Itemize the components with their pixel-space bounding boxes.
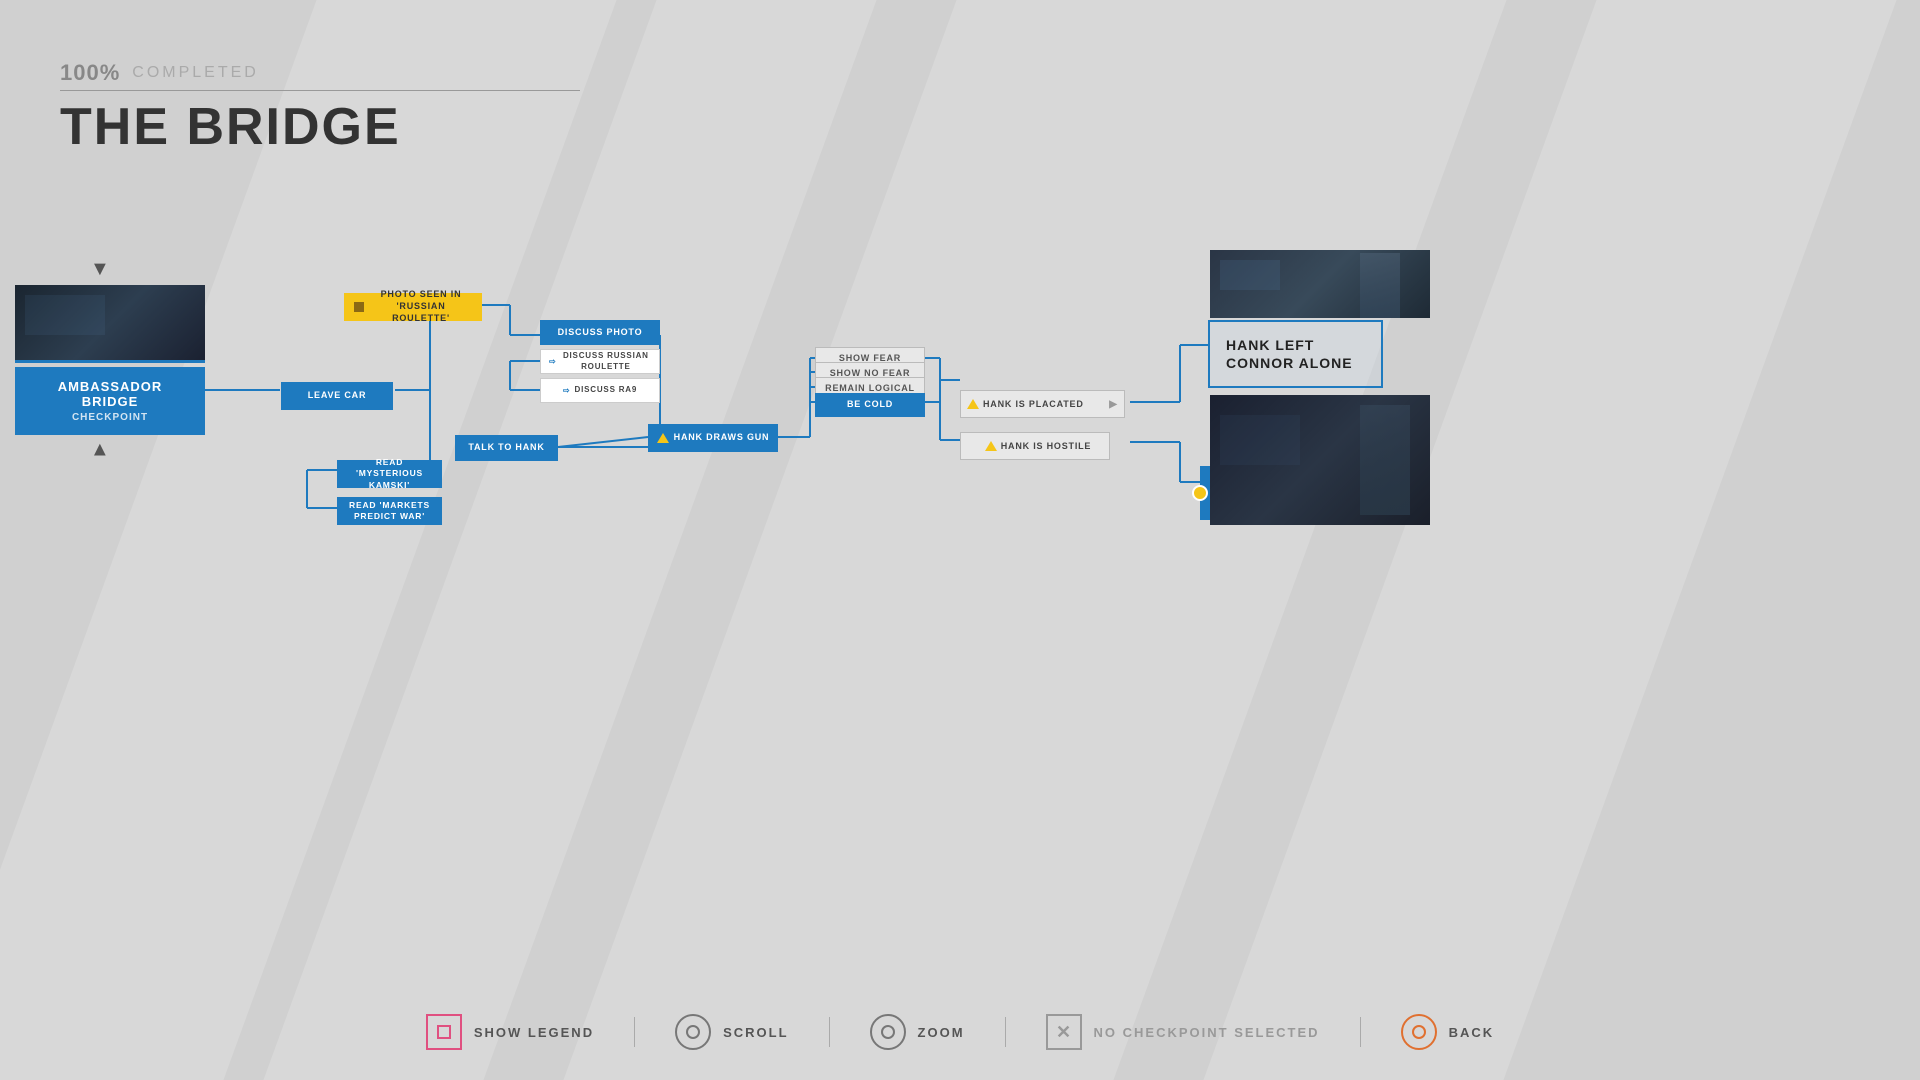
scroll-button[interactable]: SCROLL	[675, 1014, 788, 1050]
scroll-label: SCROLL	[723, 1025, 788, 1040]
node-talk-to-hank: TALK TO HANK	[455, 435, 558, 461]
node-discuss-russian: ⇨ DISCUSS RUSSIAN ROULETTE	[540, 349, 660, 374]
scroll-icon	[675, 1014, 711, 1050]
back-label: BACK	[1449, 1025, 1495, 1040]
header-divider	[60, 90, 580, 91]
node-hank-is-hostile: HANK IS HOSTILE	[960, 432, 1110, 460]
node-read-mysterious: READ 'MYSTERIOUS KAMSKI'	[337, 460, 442, 488]
completion-pct: 100%	[60, 60, 120, 86]
node-leave-car: LEAVE CAR	[281, 382, 393, 410]
completion-label: COMPLETED	[132, 64, 259, 82]
no-checkpoint-label: NO CHECKPOINT SELECTED	[1094, 1025, 1320, 1040]
zoom-button[interactable]: ZOOM	[870, 1014, 965, 1050]
node-hank-is-placated: HANK IS PLACATED ▶	[960, 390, 1125, 418]
node-discuss-ra9: ⇨ DISCUSS RA9	[540, 378, 660, 403]
toolbar: SHOW LEGEND SCROLL ZOOM ✕ NO CHECKPOINT …	[0, 1014, 1920, 1050]
flowchart: AMBASSADOR BRIDGE CHECKPOINT LEAVE CAR P…	[0, 0, 1920, 1080]
node-hank-left-connor: HANK LEFT CONNOR ALONE	[1208, 320, 1383, 388]
no-checkpoint-button[interactable]: ✕ NO CHECKPOINT SELECTED	[1046, 1014, 1320, 1050]
chapter-title: THE BRIDGE	[60, 97, 580, 157]
toolbar-divider-4	[1360, 1017, 1361, 1047]
back-icon	[1401, 1014, 1437, 1050]
screenshot-hank-shot	[1210, 395, 1430, 525]
scroll-down-arrow[interactable]: ▼	[90, 438, 110, 461]
show-legend-label: SHOW LEGEND	[474, 1025, 594, 1040]
toolbar-divider-1	[634, 1017, 635, 1047]
back-button[interactable]: BACK	[1401, 1014, 1495, 1050]
header: 100% COMPLETED THE BRIDGE	[60, 60, 580, 157]
toolbar-divider-3	[1005, 1017, 1006, 1047]
toolbar-divider-2	[829, 1017, 830, 1047]
node-read-markets: READ 'MARKETS PREDICT WAR'	[337, 497, 442, 525]
screenshot-hank-left	[1210, 250, 1430, 318]
node-ambassador-bridge: AMBASSADOR BRIDGE CHECKPOINT	[15, 367, 205, 435]
node-photo-seen: PHOTO SEEN IN 'RUSSIAN ROULETTE'	[344, 293, 482, 321]
node-discuss-photo: DISCUSS PHOTO	[540, 320, 660, 345]
screenshot-thumb-bridge	[15, 285, 205, 363]
scroll-up-arrow[interactable]: ▼	[90, 258, 110, 281]
no-checkpoint-icon: ✕	[1046, 1014, 1082, 1050]
node-hank-draws-gun: HANK DRAWS GUN	[648, 424, 778, 452]
node-be-cold: BE COLD	[815, 393, 925, 417]
show-legend-button[interactable]: SHOW LEGEND	[426, 1014, 594, 1050]
show-legend-icon	[426, 1014, 462, 1050]
zoom-label: ZOOM	[918, 1025, 965, 1040]
zoom-icon	[870, 1014, 906, 1050]
